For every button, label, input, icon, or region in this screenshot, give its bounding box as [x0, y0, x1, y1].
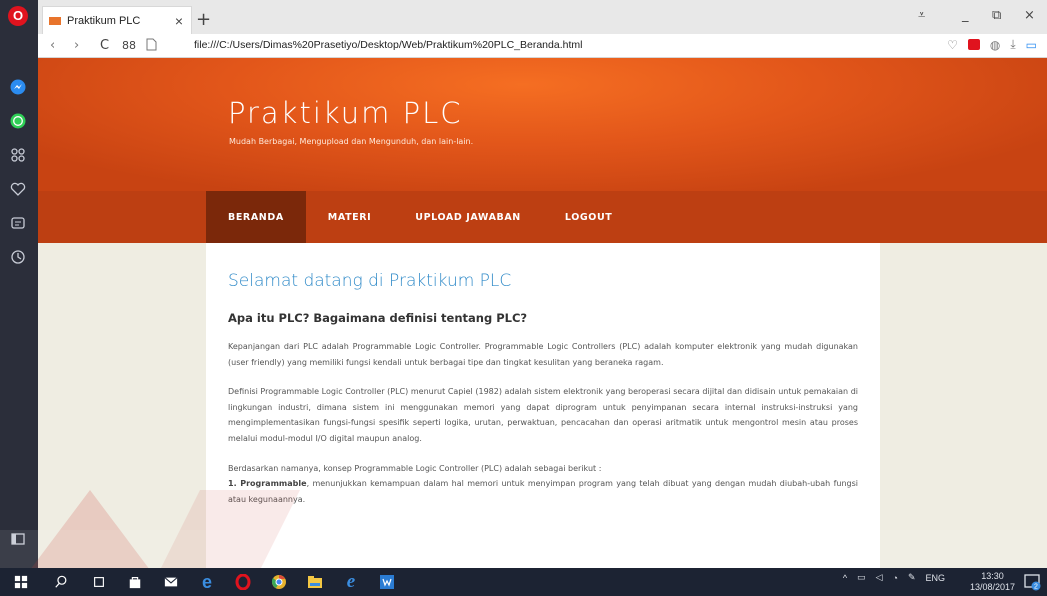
new-tab-button[interactable]: + — [196, 9, 211, 30]
messenger-icon[interactable] — [9, 78, 27, 96]
paragraph-intro: Kepanjangan dari PLC adalah Programmable… — [228, 342, 858, 367]
site-tagline: Mudah Berbagai, Mengupload dan Mengunduh… — [229, 137, 474, 146]
back-button[interactable]: ‹ — [50, 38, 55, 53]
language-indicator[interactable]: ENG — [925, 573, 945, 583]
clock-time: 13:30 — [981, 571, 1004, 581]
pen-icon[interactable]: ✎ — [908, 572, 916, 583]
news-icon[interactable] — [9, 214, 27, 232]
tab-praktikum-plc[interactable]: Praktikum PLC × — [42, 6, 192, 34]
speed-dial-icon[interactable] — [9, 146, 27, 164]
tab-menu-icon[interactable]: ⩡ — [918, 8, 925, 23]
favicon-icon — [49, 16, 61, 25]
tray-chevron-icon[interactable]: ^ — [843, 573, 847, 583]
url-field[interactable]: file:///C:/Users/Dimas%20Prasetiyo/Deskt… — [194, 39, 582, 51]
tab-close-icon[interactable]: × — [175, 13, 183, 29]
paragraph-definition: Definisi Programmable Logic Controller (… — [228, 387, 858, 443]
restore-button[interactable]: ⧉ — [992, 8, 1001, 23]
clock-date: 13/08/2017 — [969, 582, 1015, 592]
opera-logo-icon[interactable]: O — [8, 6, 28, 26]
mail-icon[interactable] — [162, 573, 180, 591]
history-icon[interactable] — [9, 248, 27, 266]
windows-taskbar: e e ^ ▭ ◁ ◔ ✎ ENG 13:30 13/08/2017 2 — [0, 568, 1047, 596]
wifi-icon[interactable]: ◔ — [893, 573, 898, 583]
clock[interactable]: 13:30 13/08/2017 — [970, 571, 1015, 593]
main-content: Selamat datang di Praktikum PLC Apa itu … — [206, 243, 880, 568]
word-icon[interactable] — [378, 573, 396, 591]
opera-sidebar: O — [0, 0, 38, 568]
page-icon — [146, 38, 157, 55]
web-page: Praktikum PLC Mudah Berbagai, Mengupload… — [38, 58, 1047, 568]
sidebar-toggle-icon[interactable] — [9, 530, 27, 548]
forward-button[interactable]: › — [74, 38, 79, 53]
battery-icon[interactable]: ▭ — [1026, 38, 1037, 52]
edge-icon[interactable]: e — [198, 572, 216, 592]
bookmark-heart-icon[interactable]: ♡ — [947, 38, 958, 52]
notification-center-icon[interactable]: 2 — [1023, 573, 1041, 591]
volume-icon[interactable]: ◁ — [876, 572, 883, 583]
vpn-icon[interactable]: ◍ — [990, 38, 1000, 52]
reload-button[interactable]: C — [100, 38, 109, 53]
tab-strip: Praktikum PLC × + ⩡ _ ⧉ × — [38, 0, 1047, 34]
site-title: Praktikum PLC — [228, 96, 463, 130]
list-item-programmable: 1. Programmable, menunjukkan kemampuan d… — [228, 476, 858, 507]
notification-count: 2 — [1034, 584, 1038, 591]
paragraph-concept: Berdasarkan namanya, konsep Programmable… — [228, 463, 602, 473]
file-explorer-icon[interactable] — [306, 573, 324, 591]
battery-tray-icon[interactable]: ▭ — [857, 572, 866, 583]
section-heading: Apa itu PLC? Bagaimana definisi tentang … — [228, 311, 528, 325]
list-item-text: , menunjukkan kemampuan dalam hal memori… — [228, 479, 859, 504]
download-icon[interactable]: ⤓ — [1010, 37, 1015, 52]
address-bar: ‹ › C 88 file:///C:/Users/Dimas%20Praset… — [38, 34, 1047, 58]
minimize-button[interactable]: _ — [962, 8, 969, 23]
opera-icon[interactable] — [234, 573, 252, 591]
adblock-icon[interactable] — [967, 39, 980, 50]
internet-explorer-icon[interactable]: e — [342, 571, 360, 592]
welcome-heading: Selamat datang di Praktikum PLC — [228, 271, 512, 291]
nav-materi[interactable]: MATERI — [306, 191, 394, 243]
start-icon[interactable] — [12, 573, 30, 591]
site-nav: BERANDA MATERI UPLOAD JAWABAN LOGOUT — [38, 191, 1047, 243]
task-view-icon[interactable] — [90, 573, 108, 591]
nav-beranda[interactable]: BERANDA — [206, 191, 306, 243]
tab-title: Praktikum PLC — [67, 14, 141, 27]
chrome-icon[interactable] — [270, 573, 288, 591]
search-icon[interactable] — [52, 573, 70, 591]
heart-icon[interactable] — [9, 180, 27, 198]
nav-upload-jawaban[interactable]: UPLOAD JAWABAN — [393, 191, 543, 243]
close-button[interactable]: × — [1024, 8, 1035, 23]
list-item-label: 1. Programmable — [228, 479, 307, 489]
site-header: Praktikum PLC Mudah Berbagai, Mengupload… — [38, 58, 1047, 191]
whatsapp-icon[interactable] — [9, 112, 27, 130]
store-icon[interactable] — [126, 573, 144, 591]
nav-logout[interactable]: LOGOUT — [543, 191, 634, 243]
speed-dial-button[interactable]: 88 — [122, 39, 136, 52]
